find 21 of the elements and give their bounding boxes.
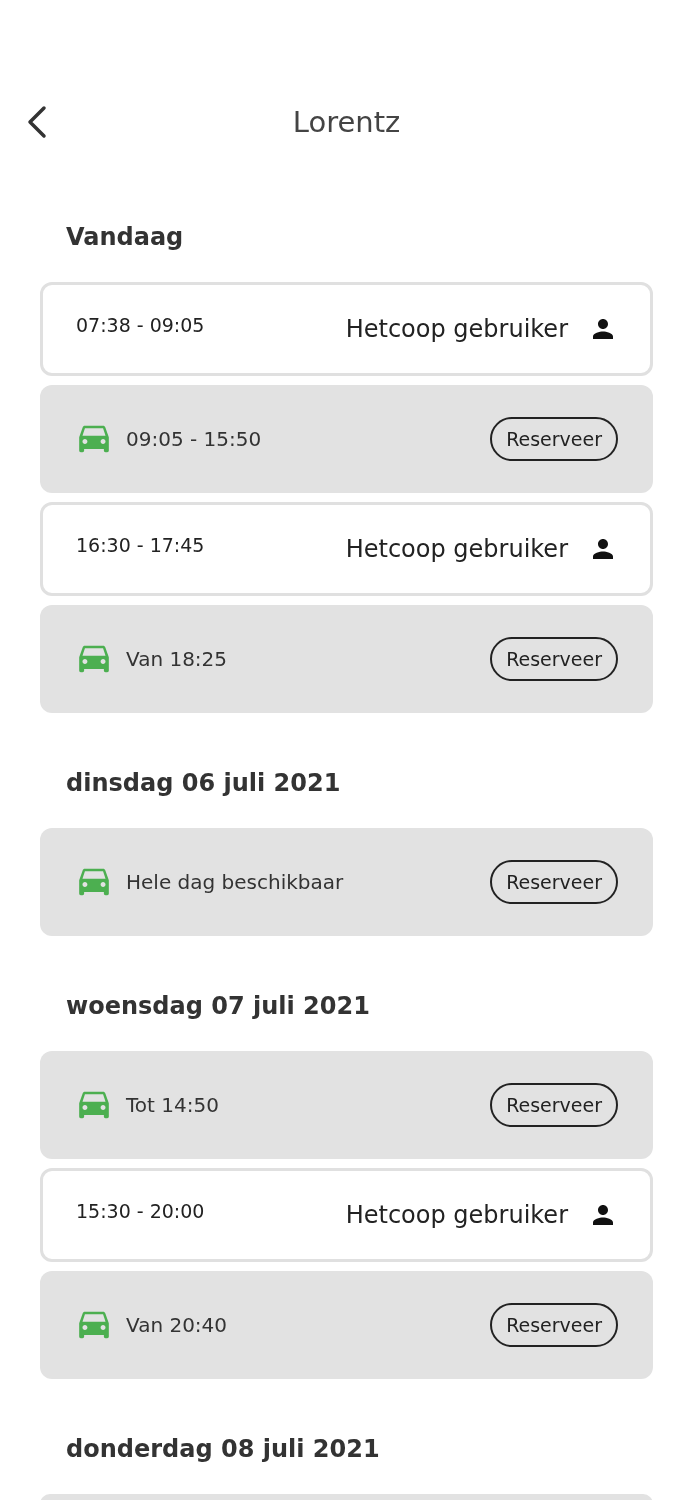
availability-text: 09:05 - 15:50 xyxy=(126,427,262,451)
reserve-button[interactable]: Reserveer xyxy=(490,637,618,681)
availability-text: Tot 14:50 xyxy=(126,1093,219,1117)
reserve-button[interactable]: Reserveer xyxy=(490,417,618,461)
availability-text: Van 20:40 xyxy=(126,1313,228,1337)
reserve-button[interactable]: Reserveer xyxy=(490,1083,618,1127)
booking-time: 16:30 - 17:45 xyxy=(76,534,205,556)
day-heading: Vandaag xyxy=(65,222,185,253)
user-name: Hetcoop gebruiker xyxy=(345,535,568,563)
user-name: Hetcoop gebruiker xyxy=(345,315,568,343)
day-heading: donderdag 08 juli 2021 xyxy=(65,1434,381,1465)
booking-time: 07:38 - 09:05 xyxy=(76,314,205,336)
reserve-button[interactable]: Reserveer xyxy=(490,860,618,904)
user-name: Hetcoop gebruiker xyxy=(345,1201,568,1229)
availability-text: Van 18:25 xyxy=(126,647,228,671)
reserve-button[interactable]: Reserveer xyxy=(490,1303,618,1347)
booking-time: 15:30 - 20:00 xyxy=(76,1200,205,1222)
availability-text: Hele dag beschikbaar xyxy=(126,870,344,894)
day-heading: woensdag 07 juli 2021 xyxy=(65,991,371,1022)
day-heading: dinsdag 06 juli 2021 xyxy=(65,768,342,799)
page-title: Lorentz xyxy=(292,104,401,140)
